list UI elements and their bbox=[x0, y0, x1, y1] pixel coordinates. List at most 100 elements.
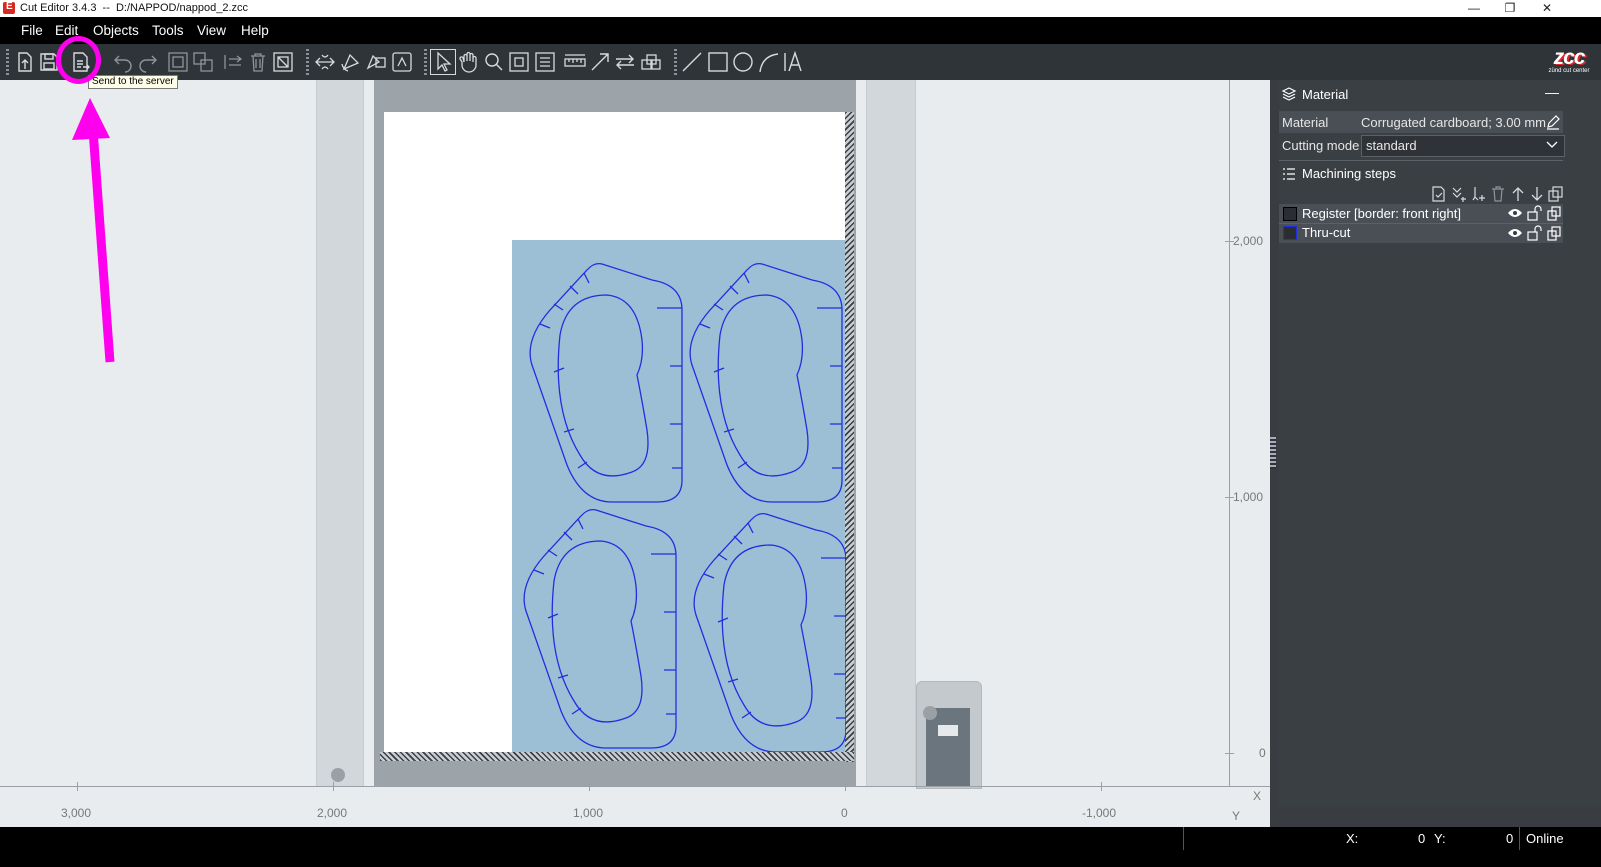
rectangle-icon bbox=[708, 52, 728, 72]
nesting-button[interactable] bbox=[639, 50, 663, 74]
pan-tool[interactable] bbox=[457, 50, 481, 74]
machining-step-label[interactable]: Register [border: front right] bbox=[1302, 206, 1461, 221]
insert-step-icon[interactable] bbox=[1450, 185, 1468, 203]
tool-step-icon[interactable] bbox=[1469, 185, 1487, 203]
ruler-tick bbox=[1225, 753, 1234, 754]
add-step-icon[interactable] bbox=[1430, 185, 1448, 203]
cursor-y-label: Y: bbox=[1434, 831, 1446, 846]
ruler-label: 0 bbox=[1259, 746, 1266, 760]
axis-x-label: X bbox=[1253, 789, 1262, 803]
group-button[interactable] bbox=[166, 50, 190, 74]
ruler-tick bbox=[845, 782, 846, 791]
cutting-mode-value: standard bbox=[1366, 138, 1417, 153]
rotate-button[interactable] bbox=[339, 50, 363, 74]
reverse-direction-tool[interactable] bbox=[613, 50, 637, 74]
ruler-label: 2,000 bbox=[317, 806, 348, 820]
ruler-tick bbox=[1101, 782, 1102, 791]
unlock-icon[interactable] bbox=[1526, 205, 1542, 221]
table-rail-left bbox=[316, 80, 364, 787]
edit-material-icon[interactable] bbox=[1545, 114, 1561, 130]
minimize-button[interactable]: — bbox=[1454, 0, 1494, 17]
tool-head-slot bbox=[938, 725, 958, 736]
cut-piece[interactable] bbox=[693, 512, 846, 752]
menu-view[interactable]: View bbox=[197, 23, 226, 38]
machining-step-label[interactable]: Thru-cut bbox=[1302, 225, 1350, 240]
redo-button[interactable] bbox=[136, 50, 160, 74]
ungroup-button[interactable] bbox=[191, 50, 215, 74]
menu-help[interactable]: Help bbox=[241, 23, 269, 38]
step-color-swatch[interactable] bbox=[1283, 207, 1297, 221]
hand-icon bbox=[459, 51, 477, 73]
flip-icon bbox=[315, 54, 335, 70]
trash-icon bbox=[251, 53, 265, 72]
menu-file[interactable]: File bbox=[21, 23, 43, 38]
direction-tool[interactable] bbox=[588, 50, 612, 74]
collapse-panel-button[interactable]: — bbox=[1545, 84, 1559, 100]
select-tool[interactable] bbox=[430, 49, 456, 75]
tool-head-body bbox=[926, 708, 970, 787]
move-up-icon[interactable] bbox=[1509, 185, 1527, 203]
material-value[interactable]: Corrugated cardboard; 3.00 mm bbox=[1361, 115, 1546, 130]
highlight-circle bbox=[56, 36, 101, 84]
measure-tool[interactable] bbox=[563, 50, 587, 74]
arrow-diagonal-icon bbox=[591, 53, 609, 71]
text-icon bbox=[784, 50, 802, 72]
zoom-fit-button[interactable] bbox=[507, 50, 531, 74]
step-color-swatch[interactable] bbox=[1283, 226, 1297, 240]
status-separator bbox=[1519, 827, 1520, 850]
zoom-fit-icon bbox=[509, 52, 529, 72]
circle-icon bbox=[733, 52, 753, 72]
toolbar-separator bbox=[674, 49, 677, 76]
transform-button[interactable] bbox=[364, 50, 388, 74]
properties-button[interactable] bbox=[271, 50, 295, 74]
cut-piece[interactable] bbox=[529, 262, 683, 503]
ruler-tick bbox=[333, 782, 334, 791]
flip-button[interactable] bbox=[313, 50, 337, 74]
nesting-icon bbox=[641, 54, 661, 70]
line-tool[interactable] bbox=[680, 50, 704, 74]
connection-status: Online bbox=[1526, 831, 1564, 846]
ruler-horizontal bbox=[0, 786, 1270, 787]
cut-piece[interactable] bbox=[523, 508, 677, 749]
eye-icon[interactable] bbox=[1507, 206, 1523, 220]
zoom-tool[interactable] bbox=[482, 50, 506, 74]
toolbar-grip[interactable] bbox=[6, 49, 9, 76]
status-bar bbox=[0, 827, 1601, 850]
annotation-arrow bbox=[72, 98, 115, 363]
chevron-down-icon[interactable] bbox=[1545, 138, 1559, 152]
close-button[interactable]: ✕ bbox=[1527, 0, 1567, 17]
layers-icon bbox=[1281, 87, 1297, 101]
move-down-icon[interactable] bbox=[1528, 185, 1546, 203]
menu-objects[interactable]: Objects bbox=[93, 23, 139, 38]
undo-button[interactable] bbox=[111, 50, 135, 74]
delete-button[interactable] bbox=[246, 50, 270, 74]
axis-y-label: Y bbox=[1232, 809, 1241, 823]
cut-drawing[interactable] bbox=[512, 240, 846, 752]
delete-step-icon[interactable] bbox=[1489, 185, 1507, 203]
rectangle-tool[interactable] bbox=[706, 50, 730, 74]
unlock-icon[interactable] bbox=[1526, 225, 1542, 241]
eye-icon[interactable] bbox=[1507, 226, 1523, 240]
menu-tools[interactable]: Tools bbox=[152, 23, 184, 38]
cutting-mode-label: Cutting mode bbox=[1282, 138, 1360, 153]
ruler-vertical bbox=[1229, 80, 1230, 787]
properties-icon bbox=[273, 52, 293, 72]
zoom-table-button[interactable] bbox=[533, 50, 557, 74]
step-options-icon[interactable] bbox=[1546, 225, 1562, 241]
ellipse-tool[interactable] bbox=[731, 50, 755, 74]
ruler-label: 1,000 bbox=[573, 806, 604, 820]
cut-piece[interactable] bbox=[689, 262, 843, 503]
zcc-logo-subtitle: zünd cut center bbox=[1548, 68, 1590, 74]
weld-button[interactable] bbox=[390, 50, 414, 74]
text-tool[interactable] bbox=[782, 50, 806, 74]
copy-step-icon[interactable] bbox=[1547, 185, 1565, 203]
toolbar-separator bbox=[306, 49, 309, 76]
toolbar-separator bbox=[424, 49, 427, 76]
list-icon bbox=[1283, 168, 1295, 180]
import-button[interactable] bbox=[13, 50, 37, 74]
arc-tool[interactable] bbox=[757, 50, 781, 74]
panel-resize-handle[interactable] bbox=[1270, 437, 1276, 469]
maximize-button[interactable]: ❐ bbox=[1490, 0, 1530, 17]
reorder-button[interactable] bbox=[221, 50, 245, 74]
step-options-icon[interactable] bbox=[1546, 205, 1562, 221]
